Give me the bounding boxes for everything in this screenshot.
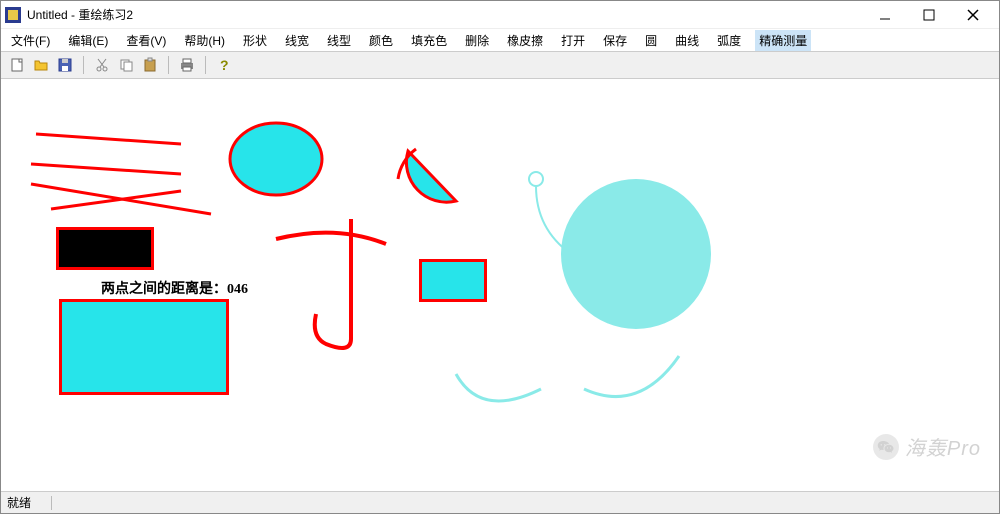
close-icon — [967, 9, 979, 21]
app-window: Untitled - 重绘练习2 文件(F) 编辑(E) 查看(V) 帮助(H)… — [0, 0, 1000, 514]
drawing-canvas[interactable]: 两点之间的距离是：046 海轰Pro — [1, 79, 999, 491]
window-title: Untitled - 重绘练习2 — [27, 6, 863, 23]
open-folder-icon — [33, 57, 49, 73]
menu-view[interactable]: 查看(V) — [122, 30, 170, 51]
minimize-icon — [879, 9, 891, 21]
chord-shape — [386, 149, 476, 219]
rectangle-shape — [419, 259, 487, 302]
help-icon: ? — [216, 57, 232, 73]
menu-curve[interactable]: 曲线 — [671, 30, 703, 51]
menu-open[interactable]: 打开 — [557, 30, 589, 51]
menu-fillcolor[interactable]: 填充色 — [407, 30, 451, 51]
rectangle-shape — [59, 299, 229, 395]
menu-color[interactable]: 颜色 — [365, 30, 397, 51]
tool-save[interactable] — [55, 55, 75, 75]
toolbar-separator — [168, 56, 169, 74]
menu-linetype[interactable]: 线型 — [323, 30, 355, 51]
curve-shape — [266, 219, 406, 359]
status-bar: 就绪 — [1, 491, 999, 513]
maximize-button[interactable] — [907, 1, 951, 29]
tool-open[interactable] — [31, 55, 51, 75]
menu-linewidth[interactable]: 线宽 — [281, 30, 313, 51]
print-icon — [179, 57, 195, 73]
wechat-icon — [873, 434, 899, 460]
filled-rectangle-shape — [56, 227, 154, 270]
tool-help[interactable]: ? — [214, 55, 234, 75]
close-button[interactable] — [951, 1, 995, 29]
tool-cut[interactable] — [92, 55, 112, 75]
arc-shape — [579, 354, 689, 414]
tool-paste[interactable] — [140, 55, 160, 75]
curve-shape — [516, 169, 586, 269]
maximize-icon — [923, 9, 935, 21]
menu-eraser[interactable]: 橡皮擦 — [503, 30, 547, 51]
app-icon — [5, 7, 21, 23]
minimize-button[interactable] — [863, 1, 907, 29]
cut-icon — [94, 57, 110, 73]
title-bar: Untitled - 重绘练习2 — [1, 1, 999, 29]
window-controls — [863, 1, 995, 29]
tool-new[interactable] — [7, 55, 27, 75]
menu-help[interactable]: 帮助(H) — [180, 30, 229, 51]
toolbar-separator — [83, 56, 84, 74]
menu-delete[interactable]: 删除 — [461, 30, 493, 51]
menu-save[interactable]: 保存 — [599, 30, 631, 51]
menu-shape[interactable]: 形状 — [239, 30, 271, 51]
menu-arc[interactable]: 弧度 — [713, 30, 745, 51]
menu-edit[interactable]: 编辑(E) — [64, 30, 112, 51]
copy-icon — [118, 57, 134, 73]
menu-circle[interactable]: 圆 — [641, 30, 661, 51]
svg-text:?: ? — [220, 57, 229, 73]
tool-print[interactable] — [177, 55, 197, 75]
tool-copy[interactable] — [116, 55, 136, 75]
status-text: 就绪 — [7, 494, 31, 511]
line-shape — [31, 129, 211, 229]
toolbar: ? — [1, 51, 999, 79]
paste-icon — [142, 57, 158, 73]
menu-measure[interactable]: 精确测量 — [755, 30, 811, 51]
menu-file[interactable]: 文件(F) — [7, 30, 54, 51]
watermark: 海轰Pro — [873, 432, 981, 461]
ellipse-shape — [226, 119, 326, 199]
status-separator — [51, 496, 52, 510]
menu-bar: 文件(F) 编辑(E) 查看(V) 帮助(H) 形状 线宽 线型 颜色 填充色 … — [1, 29, 999, 51]
toolbar-separator — [205, 56, 206, 74]
save-icon — [57, 57, 73, 73]
watermark-text: 海轰Pro — [905, 432, 981, 461]
new-file-icon — [9, 57, 25, 73]
arc-shape — [451, 369, 551, 419]
distance-measurement-label: 两点之间的距离是：046 — [101, 278, 248, 298]
